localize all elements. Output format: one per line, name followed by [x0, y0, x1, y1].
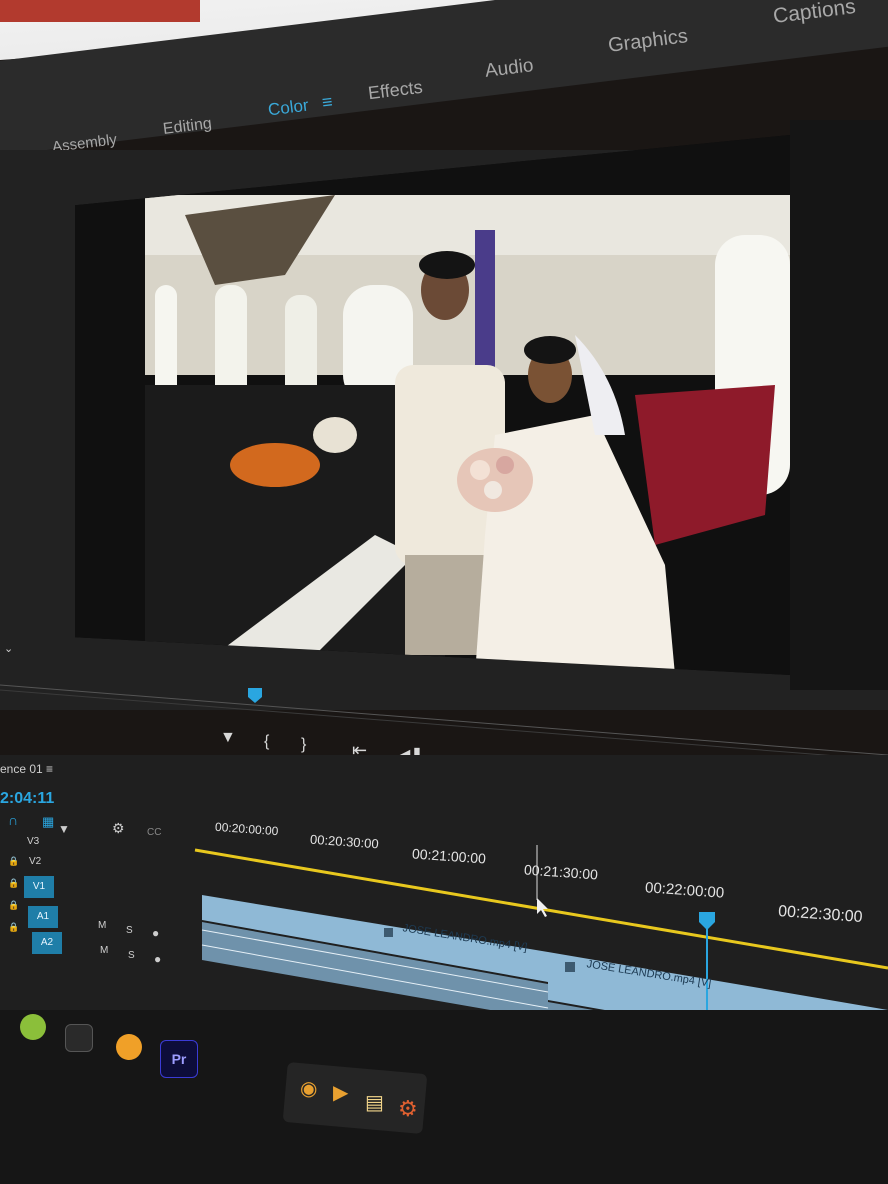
screen: Assembly Editing Color ≡ Effects Audio G…: [0, 0, 888, 1184]
camera-dock-icon[interactable]: ◉: [300, 1076, 317, 1101]
premiere-pro-icon[interactable]: Pr: [160, 1040, 198, 1078]
files-dock-icon[interactable]: ▤: [365, 1090, 384, 1115]
clip-1-fx-icon: [384, 928, 393, 937]
app-green-icon[interactable]: [20, 1014, 46, 1040]
video-dock-icon[interactable]: ▶: [333, 1080, 348, 1105]
app-davinci-icon[interactable]: [65, 1024, 93, 1052]
app-orange-icon[interactable]: [116, 1034, 142, 1060]
settings-dock-icon[interactable]: ⚙: [398, 1096, 418, 1122]
timeline-overlay: [194, 845, 888, 1105]
mouse-cursor-icon: [537, 898, 548, 917]
timeline-playhead-handle[interactable]: [699, 912, 715, 930]
clip-2-fx-icon: [565, 962, 575, 972]
